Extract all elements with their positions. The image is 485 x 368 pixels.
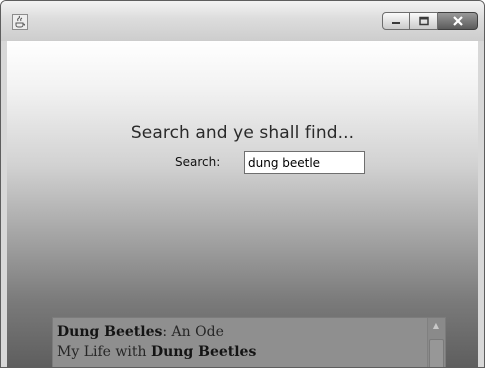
page-heading: Search and ye shall find... [130, 123, 355, 143]
search-input[interactable] [244, 151, 365, 174]
window-controls [382, 12, 478, 30]
maximize-icon [418, 16, 429, 26]
scroll-thumb[interactable] [429, 339, 444, 367]
list-item[interactable]: My Life with Dung Beetles [57, 342, 427, 362]
java-cup-icon[interactable] [12, 14, 28, 30]
title-bar[interactable] [1, 1, 484, 41]
minimize-icon [392, 22, 400, 24]
main-panel: Search and ye shall find... Search: Dung… [7, 41, 478, 367]
app-window: Search and ye shall find... Search: Dung… [0, 0, 485, 368]
close-icon [452, 16, 463, 26]
scroll-up-arrow-icon[interactable]: ▲ [429, 319, 443, 333]
result-title-rest: : An Ode [162, 324, 224, 340]
minimize-button[interactable] [382, 12, 410, 30]
result-title-match: Dung Beetles [57, 324, 163, 340]
list-item[interactable]: Dung Beetles: An Ode [57, 322, 427, 342]
results-scrollbar[interactable]: ▲ [427, 318, 445, 367]
close-button[interactable] [438, 12, 478, 30]
result-title-match: Dung Beetles [150, 344, 257, 360]
maximize-button[interactable] [410, 12, 438, 30]
search-label: Search: [175, 155, 221, 169]
result-title-prefix: My Life with [57, 344, 151, 360]
results-list[interactable]: Dung Beetles: An Ode My Life with Dung B… [52, 317, 446, 367]
result-items: Dung Beetles: An Ode My Life with Dung B… [57, 322, 427, 362]
